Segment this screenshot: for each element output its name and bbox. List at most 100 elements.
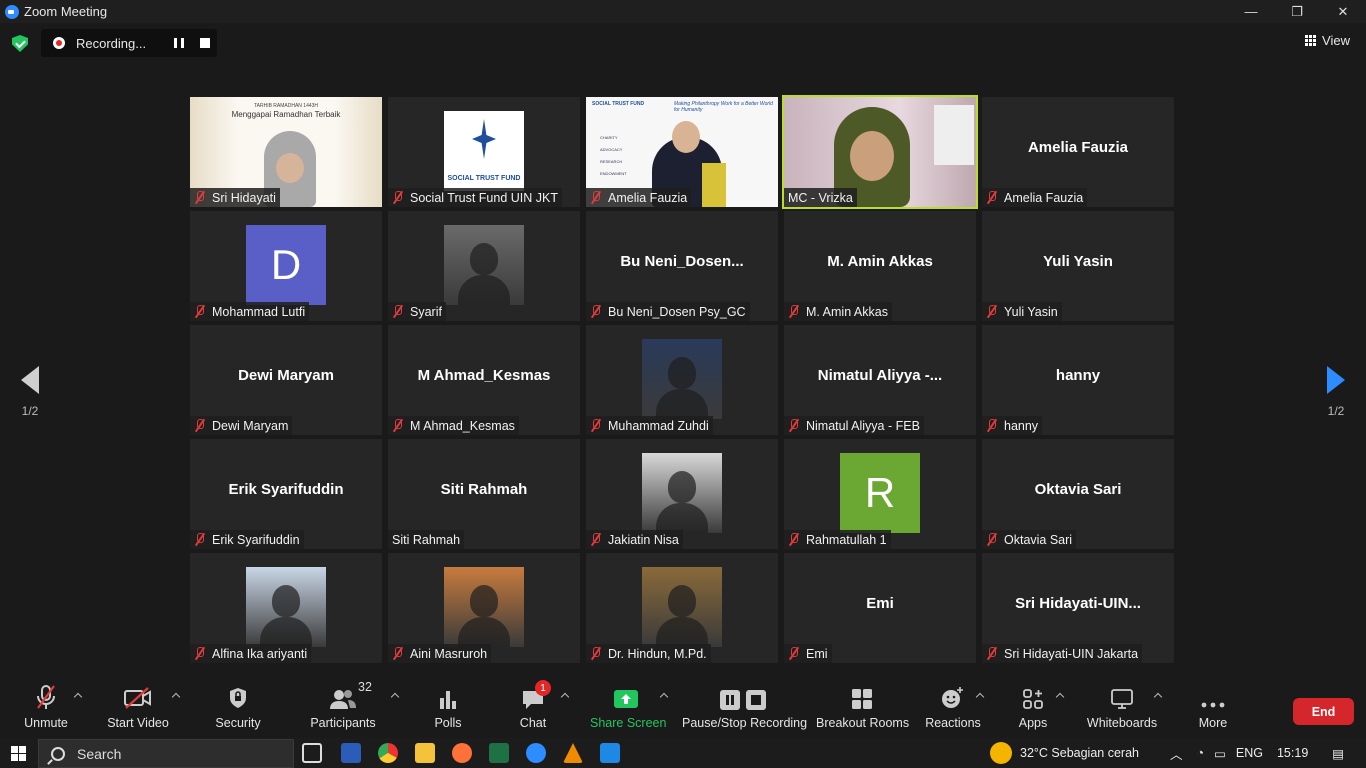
notification-icon[interactable]: ▤ <box>1332 746 1344 761</box>
participant-tile[interactable]: Bu Neni_Dosen... Bu Neni_Dosen Psy_GC <box>586 211 778 321</box>
previous-page-button[interactable]: 1/2 <box>10 366 50 418</box>
window-controls: — ❐ ✕ <box>1228 0 1366 23</box>
participant-tile[interactable]: SOCIAL TRUST FUND Social Trust Fund UIN J… <box>388 97 580 207</box>
meeting-toolbar: Unmute Start Video Security 32 Participa… <box>0 680 1366 738</box>
page-indicator-left: 1/2 <box>21 404 39 418</box>
restore-button[interactable]: ❐ <box>1274 0 1320 23</box>
next-page-button[interactable]: 1/2 <box>1316 366 1356 418</box>
person-silhouette-icon <box>470 585 498 617</box>
chevron-up-icon[interactable]: ︿ <box>1170 744 1183 763</box>
participant-tile[interactable]: Jakiatin Nisa <box>586 439 778 549</box>
person-body-shape <box>458 617 510 647</box>
audio-options-caret-icon[interactable] <box>73 692 83 702</box>
participant-tile[interactable]: M. Amin Akkas M. Amin Akkas <box>784 211 976 321</box>
start-video-label: Start Video <box>107 716 169 730</box>
wifi-icon[interactable]: ◔ <box>1197 746 1205 760</box>
muted-microphone-icon <box>986 419 998 432</box>
participants-button[interactable]: 32 Participants <box>306 680 380 738</box>
windows-start-icon[interactable] <box>11 746 26 761</box>
language-indicator[interactable]: ENG <box>1236 746 1263 760</box>
participant-tile[interactable]: Sri Hidayati-UIN... Sri Hidayati-UIN Jaka… <box>982 553 1174 663</box>
vlc-app-icon[interactable] <box>563 743 583 763</box>
participant-name: Syarif <box>410 304 442 319</box>
arrow-left-icon <box>21 366 39 394</box>
participant-name-label: Oktavia Sari <box>982 530 1077 549</box>
clock[interactable]: 15:19 <box>1277 746 1308 760</box>
participant-tile[interactable]: Emi Emi <box>784 553 976 663</box>
battery-icon[interactable]: ▭ <box>1214 746 1226 761</box>
chrome-app-icon[interactable] <box>378 743 398 763</box>
participant-tile[interactable]: Siti Rahmah Siti Rahmah <box>388 439 580 549</box>
person-silhouette-icon <box>668 357 696 389</box>
participant-tile[interactable]: Amelia Fauzia Amelia Fauzia <box>982 97 1174 207</box>
gallery-grid: TARHIB RAMADHAN 1443H Menggapai Ramadhan … <box>190 95 1176 663</box>
chat-caret-icon[interactable] <box>560 692 570 702</box>
pause-stop-recording-button[interactable]: Pause/Stop Recording <box>682 680 807 738</box>
participant-tile[interactable]: Syarif <box>388 211 580 321</box>
recording-indicator: Recording... <box>41 29 217 57</box>
participant-name: Bu Neni_Dosen Psy_GC <box>608 304 746 319</box>
participant-tile[interactable]: Oktavia Sari Oktavia Sari <box>982 439 1174 549</box>
apps-icon <box>1023 689 1043 709</box>
excel-app-icon[interactable] <box>489 743 509 763</box>
participant-tile[interactable]: MC - Vrizka <box>782 95 978 209</box>
participant-display-name: Amelia Fauzia <box>1027 139 1129 156</box>
apps-button[interactable]: Apps <box>1012 680 1054 738</box>
participant-name-label: M. Amin Akkas <box>784 302 892 321</box>
unmute-label: Unmute <box>24 716 68 730</box>
security-label: Security <box>215 716 261 730</box>
stop-recording-icon[interactable] <box>200 38 210 48</box>
participant-display-name: Nimatul Aliyya -... <box>817 367 943 384</box>
participant-tile[interactable]: Nimatul Aliyya -... Nimatul Aliyya - FEB <box>784 325 976 435</box>
pause-recording-icon[interactable] <box>174 38 184 48</box>
participant-tile[interactable]: Dewi Maryam Dewi Maryam <box>190 325 382 435</box>
security-button[interactable]: Security <box>210 680 266 738</box>
weather-text: 32°C Sebagian cerah <box>1020 746 1139 760</box>
participant-tile[interactable]: Dr. Hindun, M.Pd. <box>586 553 778 663</box>
participant-tile[interactable]: SOCIAL TRUST FUND Making Philanthropy Wor… <box>586 97 778 207</box>
participant-tile[interactable]: R Rahmatullah 1 <box>784 439 976 549</box>
photos-app-icon[interactable] <box>600 743 620 763</box>
participant-tile[interactable]: hanny hanny <box>982 325 1174 435</box>
breakout-rooms-button[interactable]: Breakout Rooms <box>816 680 909 738</box>
polls-button[interactable]: Polls <box>426 680 470 738</box>
reactions-button[interactable]: Reactions <box>924 680 982 738</box>
file-explorer-icon[interactable] <box>415 743 435 763</box>
participant-tile[interactable]: M Ahmad_Kesmas M Ahmad_Kesmas <box>388 325 580 435</box>
participant-name: Sri Hidayati <box>212 190 276 205</box>
chat-button[interactable]: 1 Chat <box>513 680 553 738</box>
participant-tile[interactable]: Muhammad Zuhdi <box>586 325 778 435</box>
participant-profile-photo <box>642 339 722 419</box>
person-body-shape <box>656 503 708 533</box>
more-button[interactable]: More <box>1192 680 1234 738</box>
word-app-icon[interactable] <box>341 743 361 763</box>
person-body-shape <box>260 617 312 647</box>
close-button[interactable]: ✕ <box>1320 0 1366 23</box>
slide-heading-small: TARHIB RAMADHAN 1443H <box>253 103 319 109</box>
view-button[interactable]: View <box>1305 33 1350 48</box>
weather-widget[interactable]: 32°C Sebagian cerah <box>990 738 1139 768</box>
chat-unread-badge: 1 <box>535 680 551 696</box>
participant-tile[interactable]: D Mohammad Lutfi <box>190 211 382 321</box>
firefox-app-icon[interactable] <box>452 743 472 763</box>
participant-tile[interactable]: Aini Masruroh <box>388 553 580 663</box>
video-options-caret-icon[interactable] <box>171 692 181 702</box>
zoom-taskbar-icon[interactable] <box>526 743 546 763</box>
end-meeting-button[interactable]: End <box>1293 698 1354 725</box>
security-shield-icon[interactable] <box>12 35 28 52</box>
minimize-button[interactable]: — <box>1228 0 1274 23</box>
share-screen-button[interactable]: Share Screen <box>590 680 666 738</box>
participant-name: Yuli Yasin <box>1004 304 1058 319</box>
task-view-icon[interactable] <box>302 743 322 763</box>
participant-tile[interactable]: Alfina Ika ariyanti <box>190 553 382 663</box>
start-video-button[interactable]: Start Video <box>104 680 172 738</box>
participant-tile[interactable]: Erik Syarifuddin Erik Syarifuddin <box>190 439 382 549</box>
record-dot-icon <box>53 37 65 49</box>
participant-tile[interactable]: TARHIB RAMADHAN 1443H Menggapai Ramadhan … <box>190 97 382 207</box>
unmute-button[interactable]: Unmute <box>18 680 74 738</box>
participants-caret-icon[interactable] <box>390 692 400 702</box>
taskbar-search-box[interactable]: Search <box>38 739 294 768</box>
whiteboards-button[interactable]: Whiteboards <box>1086 680 1158 738</box>
apps-caret-icon[interactable] <box>1055 692 1065 702</box>
participant-tile[interactable]: Yuli Yasin Yuli Yasin <box>982 211 1174 321</box>
